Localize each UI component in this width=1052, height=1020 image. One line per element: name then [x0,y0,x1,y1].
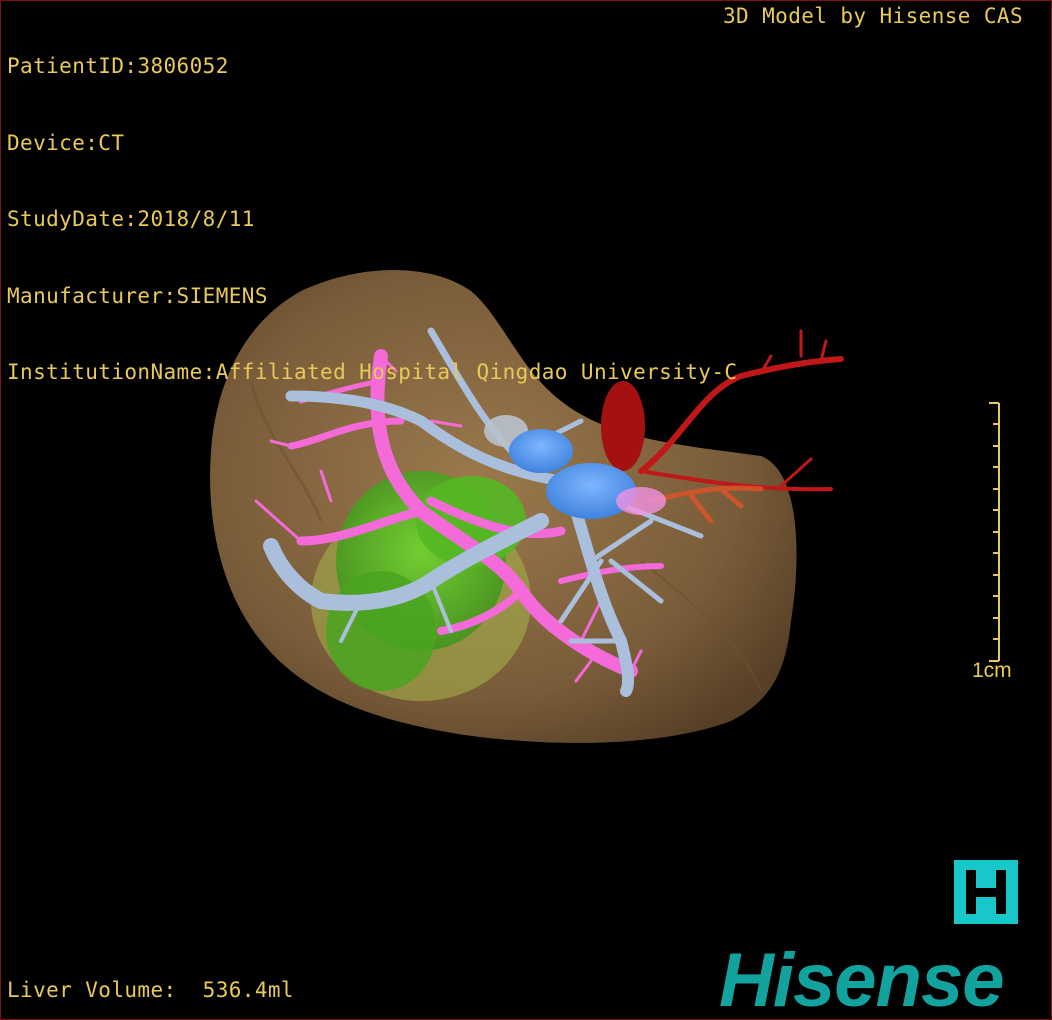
model-credit: 3D Model by Hisense CAS [723,4,1023,28]
study-info-overlay: PatientID:3806052 Device:CT StudyDate:20… [7,3,737,437]
viewer-frame: PatientID:3806052 Device:CT StudyDate:20… [0,0,1052,1020]
hisense-logo: Hisense [719,938,1004,1020]
scale-bar [989,402,1000,662]
device: Device:CT [7,130,125,155]
patient-id: PatientID:3806052 [7,54,229,78]
scale-bar-label: 1cm [972,659,1012,682]
hisense-badge-icon [954,860,1018,924]
institution-name: InstitutionName:Affiliated Hospital Qing… [7,360,738,384]
manufacturer: Manufacturer:SIEMENS [7,283,268,308]
study-date: StudyDate:2018/8/11 [7,207,255,231]
h-letter-icon [966,870,1006,914]
liver-volume: Liver Volume: 536.4ml [7,978,294,1002]
